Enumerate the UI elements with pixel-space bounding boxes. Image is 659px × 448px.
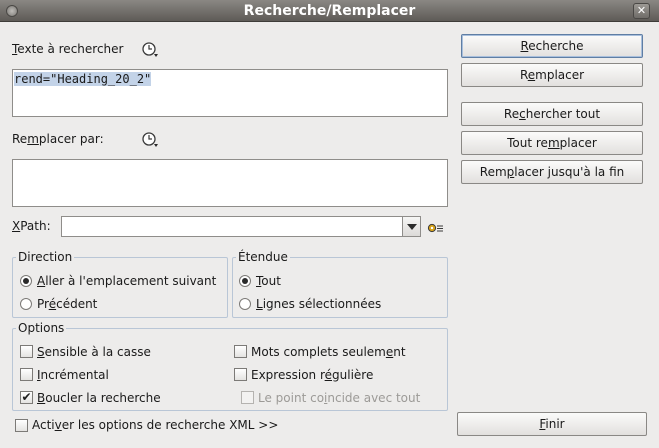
wrap-search-label[interactable]: Boucler la recherche xyxy=(37,391,161,405)
case-sensitive-checkbox[interactable] xyxy=(20,345,33,358)
search-button[interactable]: Recherche xyxy=(461,34,643,58)
regex-label[interactable]: Expression régulière xyxy=(251,368,373,382)
window-menu-icon[interactable] xyxy=(6,5,18,17)
replace-label: Remplacer par: xyxy=(12,132,104,146)
dot-all-label: Le point coincide avec tout xyxy=(258,391,421,405)
search-input[interactable]: rend="Heading_20_2" xyxy=(12,69,448,117)
regex-checkbox[interactable] xyxy=(234,368,247,381)
scope-selection-label[interactable]: Lignes sélectionnées xyxy=(256,297,381,311)
replace-input[interactable] xyxy=(12,159,448,207)
window-title: Recherche/Remplacer xyxy=(243,3,416,19)
history-icon[interactable] xyxy=(141,41,159,59)
replace-to-end-button[interactable]: Remplacer jusqu'à la fin xyxy=(461,160,643,184)
gear-icon[interactable] xyxy=(427,222,445,234)
xml-options-checkbox[interactable] xyxy=(15,419,28,432)
whole-words-checkbox[interactable] xyxy=(234,345,247,358)
history-icon[interactable] xyxy=(141,131,159,149)
incremental-label[interactable]: Incrémental xyxy=(37,368,109,382)
whole-words-label[interactable]: Mots complets seulement xyxy=(251,345,406,359)
direction-next-radio[interactable] xyxy=(20,275,32,287)
direction-previous-radio[interactable] xyxy=(20,298,32,310)
replace-button[interactable]: Remplacer xyxy=(461,63,643,87)
close-button[interactable]: Finir xyxy=(457,412,647,436)
find-all-button[interactable]: Rechercher tout xyxy=(461,102,643,126)
close-icon[interactable]: ✕ xyxy=(633,3,650,19)
scope-selection-radio[interactable] xyxy=(239,298,251,310)
chevron-down-icon[interactable] xyxy=(402,217,420,236)
replace-all-button[interactable]: Tout remplacer xyxy=(461,131,643,155)
incremental-checkbox[interactable] xyxy=(20,368,33,381)
xpath-combobox[interactable] xyxy=(61,216,421,237)
direction-title: Direction xyxy=(18,250,73,264)
case-sensitive-label[interactable]: Sensible à la casse xyxy=(37,345,151,359)
scope-all-radio[interactable] xyxy=(239,275,251,287)
scope-all-label[interactable]: Tout xyxy=(256,274,281,288)
dot-all-checkbox xyxy=(241,391,254,404)
direction-next-label[interactable]: Aller à l'emplacement suivant xyxy=(37,274,216,288)
xpath-label: XPath: xyxy=(12,219,51,233)
title-bar[interactable]: Recherche/Remplacer ✕ xyxy=(0,0,659,22)
options-title: Options xyxy=(18,321,65,335)
wrap-search-checkbox[interactable]: ✔ xyxy=(20,391,33,404)
direction-previous-label[interactable]: Précédent xyxy=(37,297,97,311)
xml-options-label[interactable]: Activer les options de recherche XML >> xyxy=(32,418,278,432)
search-label: Texte à rechercher xyxy=(12,42,124,56)
scope-title: Étendue xyxy=(238,250,288,264)
